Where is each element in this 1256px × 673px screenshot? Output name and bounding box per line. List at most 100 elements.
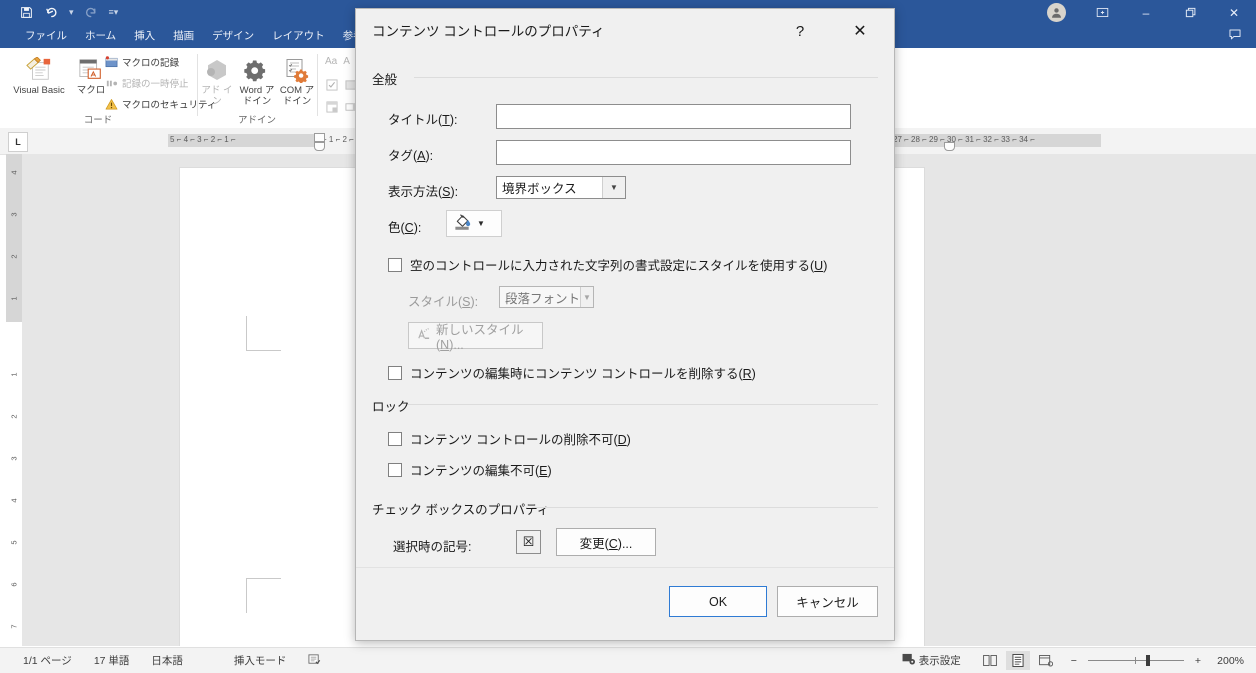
record-macro-button[interactable]: マクロの記録	[105, 55, 179, 69]
word-addins-label: Word アドイン	[239, 85, 275, 107]
com-addins-icon	[278, 53, 316, 83]
redo-icon[interactable]	[85, 6, 98, 19]
tab-stop-selector[interactable]: L	[8, 132, 28, 152]
no-edit-checkbox-row[interactable]: コンテンツの編集不可(E)	[388, 460, 552, 479]
use-style-label: 空のコントロールに入力された文字列の書式設定にスタイルを使用する(U)	[410, 259, 828, 273]
pause-recording-label: 記録の一時停止	[122, 79, 189, 90]
proofing-icon[interactable]	[297, 653, 332, 669]
save-icon[interactable]	[20, 6, 33, 19]
lock-group-title: ロック	[372, 396, 417, 415]
appearance-label: 表示方法(S):	[388, 185, 459, 199]
zoom-slider[interactable]	[1087, 655, 1184, 666]
tab-design[interactable]: デザイン	[203, 25, 263, 48]
tab-draw[interactable]: 描画	[164, 25, 203, 48]
tag-field-label: タグ(A):	[388, 149, 434, 163]
tab-insert[interactable]: 挿入	[125, 25, 164, 48]
use-style-checkbox-row[interactable]: 空のコントロールに入力された文字列の書式設定にスタイルを使用する(U)	[388, 255, 827, 274]
appearance-select[interactable]: 境界ボックス ▼	[496, 176, 626, 199]
vruler-num-1: 1	[9, 296, 19, 301]
tag-input[interactable]	[496, 140, 851, 165]
hanging-indent-marker[interactable]	[314, 142, 325, 151]
change-checked-symbol-button[interactable]: 変更(C)...	[556, 528, 656, 556]
ruler-numbers-mid: ⌐ 1 ⌐ 2 ⌐	[322, 135, 354, 144]
content-control-properties-dialog: コンテンツ コントロールのプロパティ ? ✕ 全般 タイトル(T): タグ(A)…	[355, 8, 895, 641]
no-delete-checkbox[interactable]	[388, 431, 402, 446]
zoom-in-button[interactable]: +	[1188, 655, 1208, 667]
comments-icon[interactable]	[1228, 28, 1242, 44]
tab-layout[interactable]: レイアウト	[263, 25, 334, 48]
vruler-num-b7: 7	[9, 624, 19, 629]
vruler-num-3: 3	[9, 212, 19, 217]
ribbon-display-options-icon[interactable]	[1080, 0, 1124, 25]
new-style-label: 新しいスタイル(N)...	[436, 323, 524, 352]
minimize-button[interactable]: –	[1124, 0, 1168, 25]
vruler-num-b5: 5	[9, 540, 19, 545]
zoom-slider-midpoint	[1134, 657, 1136, 664]
ruler-numbers-left: 5 ⌐ 4 ⌐ 3 ⌐ 2 ⌐ 1 ⌐	[170, 135, 236, 144]
undo-dropdown-icon[interactable]: ▾	[69, 7, 74, 18]
use-style-checkbox[interactable]	[388, 257, 402, 272]
general-group-title: 全般	[372, 69, 405, 88]
checked-symbol-label: 選択時の記号:	[393, 540, 472, 554]
zoom-level[interactable]: 200%	[1208, 655, 1244, 667]
no-delete-checkbox-row[interactable]: コンテンツ コントロールの削除不可(D)	[388, 429, 631, 448]
building-block-control-button[interactable]	[325, 100, 357, 113]
insert-mode[interactable]: 挿入モード	[194, 653, 298, 668]
tab-home[interactable]: ホーム	[76, 25, 125, 48]
print-layout-icon[interactable]	[1005, 651, 1030, 670]
dialog-footer: OK キャンセル	[356, 567, 894, 640]
account-avatar-icon[interactable]	[1047, 3, 1066, 22]
zoom-slider-track[interactable]	[1087, 655, 1184, 666]
ribbon-group-addins-label: アドイン	[237, 115, 276, 126]
vertical-ruler[interactable]: 4 3 2 1 1 2 3 4 5 6 7	[6, 154, 22, 646]
color-button[interactable]: ▼	[446, 210, 502, 237]
undo-icon[interactable]	[44, 6, 58, 19]
customize-qat-icon[interactable]: ≡▾	[109, 7, 119, 18]
checkbox-control-button[interactable]	[325, 78, 357, 91]
remove-on-edit-checkbox[interactable]	[388, 365, 402, 380]
language-indicator[interactable]: 日本語	[140, 653, 194, 668]
status-bar-right: 表示設定 − + 200%	[895, 651, 1256, 670]
style-select: 段落フォント ▼	[499, 286, 594, 308]
word-addins-button[interactable]: Word アドイン	[236, 53, 278, 107]
tab-file[interactable]: ファイル	[16, 25, 76, 48]
dialog-close-button[interactable]: ✕	[840, 18, 880, 44]
ribbon-group-code-label: コード	[83, 115, 113, 126]
first-line-indent-marker[interactable]	[314, 133, 325, 142]
title-input[interactable]	[496, 104, 851, 129]
checkbox-control-icon	[325, 78, 338, 91]
cancel-button[interactable]: キャンセル	[777, 586, 878, 617]
dialog-title-bar[interactable]: コンテンツ コントロールのプロパティ ? ✕	[356, 9, 894, 51]
visual-basic-button[interactable]: Visual Basic	[10, 53, 68, 96]
ok-button[interactable]: OK	[669, 586, 767, 617]
quick-access-toolbar: ▾ ≡▾	[20, 0, 118, 25]
addins-icon	[200, 53, 234, 83]
right-indent-marker[interactable]	[944, 142, 955, 151]
title-field-label: タイトル(T):	[388, 113, 458, 127]
read-mode-icon[interactable]	[978, 651, 1002, 670]
color-dropdown-arrow-icon[interactable]: ▼	[477, 219, 485, 228]
display-settings-button[interactable]: 表示設定	[895, 653, 968, 668]
page-count[interactable]: 1/1 ページ	[12, 653, 83, 668]
pause-recording-icon	[105, 77, 118, 90]
zoom-slider-thumb[interactable]	[1145, 655, 1150, 666]
ruler-numbers-right: 27 ⌐ 28 ⌐ 29 ⌐ 30 ⌐ 31 ⌐ 32 ⌐ 33 ⌐ 34 ⌐	[893, 135, 1035, 144]
com-addins-button[interactable]: COM アドイン	[278, 53, 316, 107]
text-frame-corner-top-left	[246, 316, 281, 351]
word-addins-icon	[236, 53, 278, 83]
word-count[interactable]: 17 単語	[83, 653, 141, 668]
style-value: 段落フォント	[505, 291, 581, 306]
no-edit-checkbox[interactable]	[388, 462, 402, 477]
vruler-num-b2: 2	[9, 414, 19, 419]
new-style-button: 新しいスタイル(N)...	[408, 322, 543, 352]
help-button[interactable]: ?	[783, 18, 817, 44]
remove-on-edit-checkbox-row[interactable]: コンテンツの編集時にコンテンツ コントロールを削除する(R)	[388, 363, 756, 382]
restore-button[interactable]	[1168, 0, 1212, 25]
web-layout-icon[interactable]	[1034, 651, 1058, 670]
close-button[interactable]: ✕	[1212, 0, 1256, 25]
rich-text-control-button[interactable]: Aa A	[325, 56, 350, 67]
no-edit-label: コンテンツの編集不可(E)	[410, 464, 552, 478]
record-macro-icon	[105, 55, 118, 69]
zoom-out-button[interactable]: −	[1064, 655, 1084, 667]
chevron-down-icon[interactable]: ▼	[602, 177, 625, 198]
